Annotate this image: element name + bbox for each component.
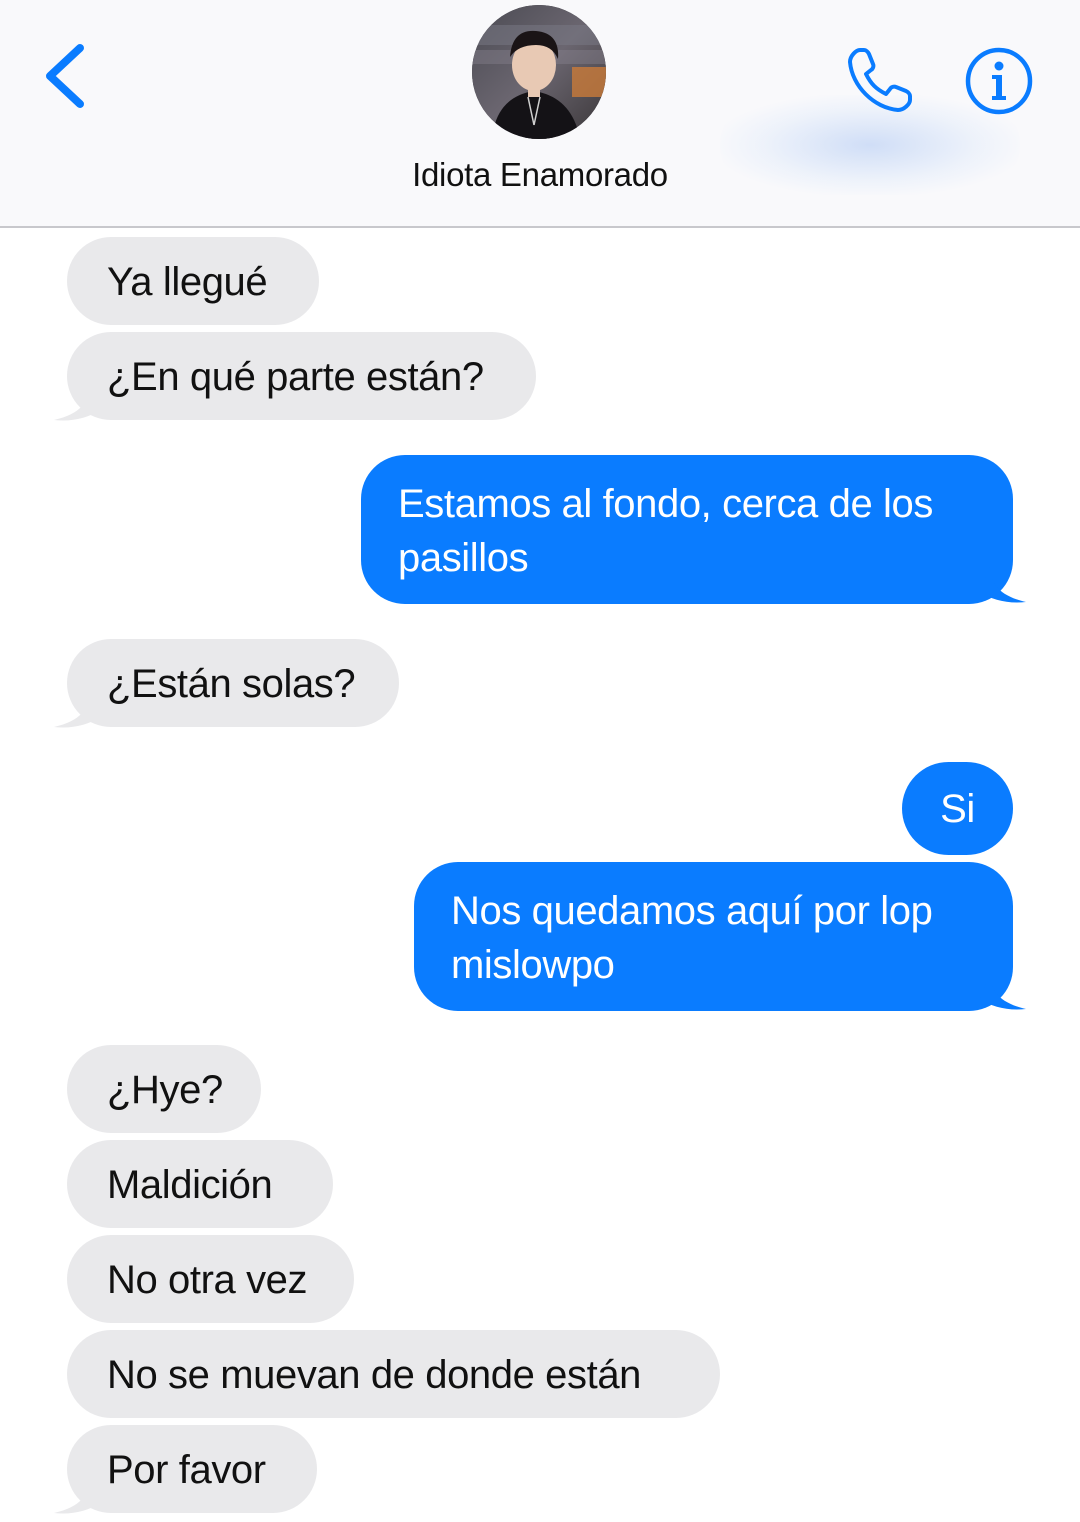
conversation-header: Idiota Enamorado bbox=[0, 0, 1080, 228]
received-message[interactable]: ¿Están solas? bbox=[67, 639, 399, 727]
message-text: Si bbox=[940, 787, 975, 831]
bubble-tail bbox=[54, 384, 100, 421]
contact-name[interactable]: Idiota Enamorado bbox=[0, 156, 1080, 194]
message-text: Ya llegué bbox=[107, 260, 268, 304]
message-text: No se muevan de donde están bbox=[107, 1353, 642, 1397]
message-text: Por favor bbox=[107, 1448, 266, 1492]
phone-icon bbox=[848, 48, 912, 112]
message-text: Nos quedamos aquí por lop mislowpo bbox=[451, 889, 933, 987]
message-text: ¿En qué parte están? bbox=[107, 355, 484, 399]
call-button[interactable] bbox=[844, 44, 916, 116]
message-text: No otra vez bbox=[107, 1258, 308, 1302]
message-text: ¿Hye? bbox=[107, 1068, 223, 1112]
sent-message[interactable]: Nos quedamos aquí por lop mislowpo bbox=[414, 862, 1013, 1011]
message-text: Maldición bbox=[107, 1163, 273, 1207]
contact-avatar[interactable] bbox=[472, 5, 606, 139]
received-message[interactable]: ¿Hye? bbox=[67, 1045, 261, 1133]
info-icon bbox=[965, 47, 1033, 115]
received-message[interactable]: Ya llegué bbox=[67, 237, 319, 325]
bubble-tail bbox=[54, 1477, 100, 1514]
chevron-left-icon bbox=[46, 44, 84, 108]
message-text: ¿Están solas? bbox=[107, 662, 356, 706]
bubble-tail bbox=[54, 691, 100, 728]
bubble-tail bbox=[980, 973, 1026, 1010]
received-message[interactable]: Por favor bbox=[67, 1425, 317, 1513]
bubble-tail bbox=[980, 566, 1026, 603]
received-message[interactable]: ¿En qué parte están? bbox=[67, 332, 536, 420]
received-message[interactable]: Maldición bbox=[67, 1140, 333, 1228]
received-message[interactable]: No se muevan de donde están bbox=[67, 1330, 720, 1418]
sent-message[interactable]: Si bbox=[902, 762, 1013, 855]
back-button[interactable] bbox=[36, 36, 96, 116]
info-button[interactable] bbox=[964, 46, 1034, 116]
message-text: Estamos al fondo, cerca de los pasillos bbox=[398, 482, 933, 580]
sent-message[interactable]: Estamos al fondo, cerca de los pasillos bbox=[361, 455, 1013, 604]
received-message[interactable]: No otra vez bbox=[67, 1235, 354, 1323]
